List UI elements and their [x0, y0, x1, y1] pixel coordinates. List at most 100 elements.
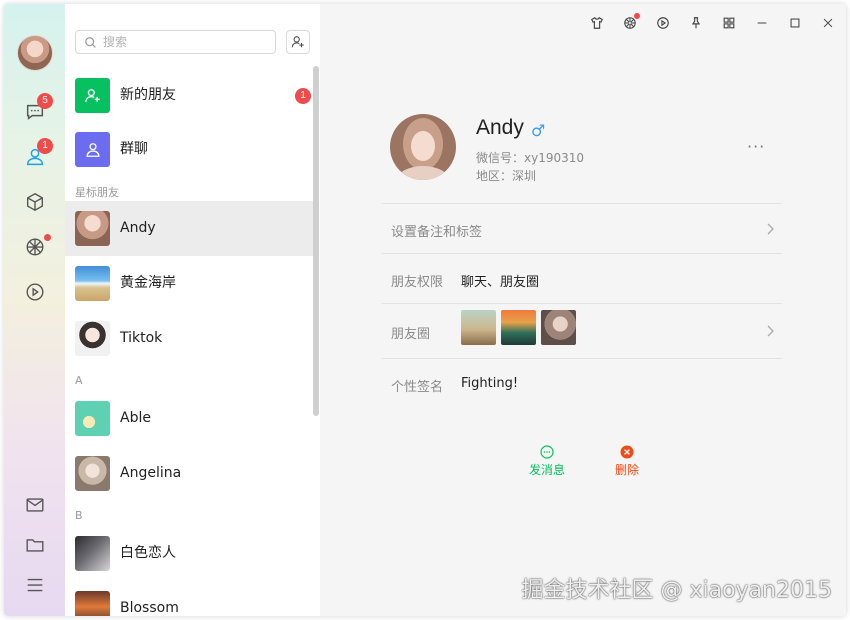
group-chat-icon	[75, 132, 110, 167]
contact-name: Blossom	[120, 600, 179, 616]
minimize-button[interactable]	[751, 12, 773, 34]
contact-name: Angelina	[120, 465, 182, 481]
permission-label: 朋友权限	[391, 275, 444, 290]
contact-item-able[interactable]: Able	[65, 391, 313, 446]
delete-contact-button[interactable]: 删除	[602, 445, 652, 478]
list-item-group-chat[interactable]: 群聊	[65, 122, 313, 177]
nav-chats[interactable]: 5	[20, 93, 53, 127]
delete-label: 删除	[614, 463, 639, 477]
list-item-label: 新的朋友	[120, 87, 176, 103]
moments-thumbnail[interactable]	[501, 310, 536, 345]
minimize-icon	[757, 22, 767, 24]
nav-collections[interactable]	[20, 187, 50, 217]
chevron-right-icon	[767, 325, 774, 337]
contact-avatar	[75, 266, 110, 301]
contact-name: Andy	[120, 220, 156, 236]
region: 地区：深圳	[476, 167, 536, 184]
contact-item-gold-coast[interactable]: 黄金海岸	[65, 256, 313, 311]
contact-list: 新的朋友 1 群聊 星标朋友 Andy 黄金海岸 Tiktok A	[65, 4, 320, 616]
shirt-icon	[591, 16, 603, 29]
profile-name: Andy	[476, 116, 524, 139]
play-circle-icon	[657, 17, 669, 29]
pin-icon	[691, 17, 701, 29]
moments-top-button[interactable]	[619, 12, 641, 34]
list-item-new-friends[interactable]: 新的朋友 1	[65, 68, 313, 123]
remark-label: 设置备注和标签	[391, 225, 483, 240]
contact-avatar	[75, 211, 110, 246]
section-header-a: A	[75, 374, 83, 387]
moments-top-dot	[634, 13, 640, 19]
play-icon	[26, 283, 44, 301]
maximize-icon	[790, 18, 800, 28]
search-box[interactable]	[75, 30, 276, 54]
signature-label: 个性签名	[391, 380, 444, 395]
chat-unread-badge: 5	[37, 93, 53, 109]
list-item-label: 群聊	[120, 141, 148, 157]
mail-icon	[26, 498, 44, 512]
contact-name: 白色恋人	[120, 545, 176, 561]
nav-moments[interactable]	[20, 232, 51, 262]
contact-avatar	[75, 456, 110, 491]
nav-channels[interactable]	[20, 277, 50, 307]
new-friends-count-badge: 1	[295, 88, 311, 104]
wechat-id-value: xy190310	[524, 151, 585, 165]
add-contact-button[interactable]	[286, 30, 310, 54]
grid-button[interactable]	[718, 12, 740, 34]
section-header-b: B	[75, 509, 83, 522]
chevron-right-icon	[767, 223, 774, 235]
moments-thumbnail[interactable]	[541, 310, 576, 345]
search-icon	[85, 36, 96, 48]
nav-contacts[interactable]: 1	[20, 138, 53, 172]
nav-files[interactable]	[20, 530, 50, 560]
moments-new-dot	[44, 234, 51, 241]
region-value: 深圳	[512, 169, 537, 183]
pin-button[interactable]	[685, 12, 707, 34]
moments-label: 朋友圈	[391, 327, 431, 342]
menu-icon	[27, 578, 43, 592]
contact-name: Tiktok	[120, 330, 163, 346]
contact-item-tiktok[interactable]: Tiktok	[65, 311, 313, 366]
maximize-button[interactable]	[784, 12, 806, 34]
contact-item-andy[interactable]: Andy	[65, 201, 313, 256]
divider	[382, 358, 782, 359]
wechat-id-label: 微信号：	[476, 151, 525, 165]
contact-avatar	[75, 401, 110, 436]
contact-name: 黄金海岸	[120, 275, 176, 291]
contact-detail-panel: Andy ♂ 微信号：xy190310 地区：深圳 ··· 设置备注和标签 朋友…	[320, 4, 846, 616]
more-options-button[interactable]: ···	[747, 137, 765, 156]
new-friends-icon	[75, 78, 110, 113]
search-input[interactable]	[103, 35, 263, 49]
contact-avatar	[75, 321, 110, 356]
contact-item-angelina[interactable]: Angelina	[65, 446, 313, 501]
nav-more[interactable]	[20, 570, 50, 600]
add-user-icon	[291, 36, 304, 48]
skin-button[interactable]	[586, 12, 608, 34]
user-avatar[interactable]	[17, 35, 53, 71]
message-icon	[540, 445, 554, 459]
gender-male-icon: ♂	[531, 121, 546, 140]
nav-mail[interactable]	[20, 490, 50, 520]
grid-icon	[723, 17, 735, 29]
send-message-label: 发消息	[528, 463, 565, 477]
wechat-id: 微信号：xy190310	[476, 149, 584, 166]
video-button[interactable]	[652, 12, 674, 34]
contact-avatar	[75, 536, 110, 571]
moments-thumbnail[interactable]	[461, 310, 496, 345]
sidebar: 5 1	[4, 4, 65, 616]
region-label: 地区：	[476, 169, 513, 183]
signature-value: Fighting!	[461, 376, 519, 391]
contact-avatar	[75, 591, 110, 616]
folder-icon	[26, 539, 44, 552]
divider	[382, 303, 782, 304]
contact-name: Able	[120, 410, 151, 426]
close-button[interactable]	[817, 12, 839, 34]
send-message-button[interactable]: 发消息	[522, 445, 572, 478]
contact-item-blossom[interactable]: Blossom	[65, 581, 313, 616]
contact-list-scrollbar[interactable]	[313, 66, 319, 416]
close-icon	[823, 18, 833, 28]
contacts-unread-badge: 1	[37, 138, 53, 154]
section-header-starred: 星标朋友	[75, 186, 119, 199]
profile-avatar[interactable]	[390, 114, 456, 180]
divider	[382, 253, 782, 254]
contact-item-white-lover[interactable]: 白色恋人	[65, 526, 313, 581]
